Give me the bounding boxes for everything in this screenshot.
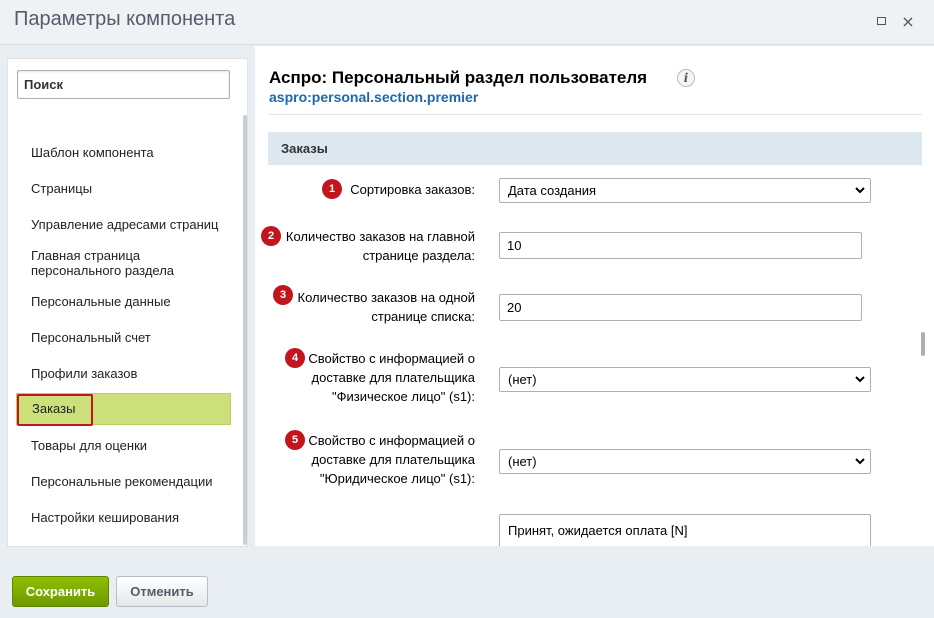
sidebar-scrollbar[interactable] <box>243 115 247 545</box>
chevron-down-icon <box>855 187 865 194</box>
field-label: Свойство с информацией о доставке для пл… <box>308 349 475 406</box>
step-badge: 5 <box>285 430 305 450</box>
search-input[interactable] <box>17 70 230 99</box>
dialog-footer: Сохранить Отменить <box>0 561 934 618</box>
orders-count-main-input[interactable]: 10 <box>499 232 862 259</box>
maximize-icon[interactable] <box>872 12 890 30</box>
field-label-line: Количество заказов на одной <box>297 290 475 305</box>
close-icon[interactable]: × <box>899 12 917 31</box>
info-icon[interactable]: i <box>677 69 695 87</box>
component-title: Аспро: Персональный раздел пользователя <box>269 68 648 87</box>
sidebar-item-personal-data[interactable]: Персональные данные <box>16 294 231 309</box>
divider <box>269 114 922 115</box>
cancel-button[interactable]: Отменить <box>116 576 208 607</box>
field-label-line: доставке для плательщика <box>311 370 475 385</box>
field-label-line: "Физическое лицо" (s1): <box>332 389 475 404</box>
step-badge: 1 <box>322 179 342 199</box>
field-label: Количество заказов на главной странице р… <box>286 227 475 265</box>
sidebar-item-order-profiles[interactable]: Профили заказов <box>16 366 231 381</box>
field-label: Сортировка заказов: <box>350 182 475 197</box>
step-badge: 2 <box>261 226 281 246</box>
dialog-titlebar: Параметры компонента × <box>0 0 934 45</box>
sidebar-item-caching[interactable]: Настройки кеширования <box>16 510 231 525</box>
sidebar-item-recommendations[interactable]: Персональные рекомендации <box>16 474 231 489</box>
listbox-option[interactable]: Принят, ожидается оплата [N] <box>508 523 687 538</box>
step-badge: 3 <box>273 285 293 305</box>
field-label-line: Свойство с информацией о <box>308 351 475 366</box>
sidebar-item-url-management[interactable]: Управление адресами страниц <box>16 217 231 232</box>
step-badge: 4 <box>285 348 305 368</box>
sidebar-item-main-page[interactable]: Главная страница персонального раздела <box>16 248 231 278</box>
sidebar-item-pages[interactable]: Страницы <box>16 181 231 196</box>
field-label-line: Количество заказов на главной <box>285 229 475 244</box>
field-label: Свойство с информацией о доставке для пл… <box>308 431 475 488</box>
order-status-listbox[interactable]: Принят, ожидается оплата [N] <box>499 514 871 546</box>
field-label-line: странице раздела: <box>362 248 475 263</box>
main-scrollbar[interactable] <box>921 332 925 356</box>
field-label-line: Свойство с информацией о <box>308 433 475 448</box>
delivery-property-individual-select[interactable]: (нет) <box>499 367 871 392</box>
sidebar-item-template[interactable]: Шаблон компонента <box>16 145 231 160</box>
main-panel: Аспро: Персональный раздел пользователя … <box>255 46 934 546</box>
field-label: Количество заказов на одной странице спи… <box>298 288 475 326</box>
select-value: (нет) <box>508 372 537 387</box>
field-label-line: доставке для плательщика <box>311 452 475 467</box>
dialog-title: Параметры компонента <box>14 8 236 30</box>
save-button[interactable]: Сохранить <box>12 576 109 607</box>
select-value: Дата создания <box>508 183 597 198</box>
section-header: Заказы <box>268 132 922 165</box>
chevron-down-icon <box>855 458 865 465</box>
select-value: (нет) <box>508 454 537 469</box>
chevron-down-icon <box>855 376 865 383</box>
sidebar-item-orders[interactable]: Заказы <box>16 393 231 425</box>
orders-sort-select[interactable]: Дата создания <box>499 178 871 203</box>
orders-count-list-input[interactable]: 20 <box>499 294 862 321</box>
sidebar: Шаблон компонента Страницы Управление ад… <box>7 58 248 547</box>
delivery-property-legal-select[interactable]: (нет) <box>499 449 871 474</box>
field-label-line: странице списка: <box>371 309 475 324</box>
component-code: aspro:personal.section.premier <box>269 89 479 105</box>
sidebar-item-personal-account[interactable]: Персональный счет <box>16 330 231 345</box>
sidebar-item-products-rating[interactable]: Товары для оценки <box>16 438 231 453</box>
field-label-line: "Юридическое лицо" (s1): <box>319 471 475 486</box>
